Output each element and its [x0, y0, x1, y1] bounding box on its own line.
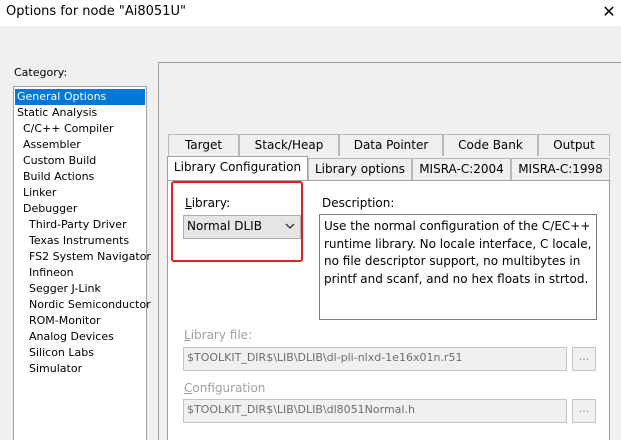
tab-code-bank[interactable]: Code Bank [443, 134, 538, 156]
library-file-browse-button[interactable]: ... [572, 347, 596, 371]
category-item-analog-devices[interactable]: Analog Devices [15, 329, 145, 345]
close-icon[interactable]: ✕ [598, 1, 620, 23]
category-item-infineon[interactable]: Infineon [15, 265, 145, 281]
window-title: Options for node "Ai8051U" [6, 4, 186, 19]
category-item-build-actions[interactable]: Build Actions [15, 169, 145, 185]
category-list[interactable]: General Options Static Analysis C/C++ Co… [13, 86, 151, 440]
title-bar: Options for node "Ai8051U" ✕ [0, 0, 621, 26]
tab-misra-c-2004[interactable]: MISRA-C:2004 [412, 158, 511, 180]
category-item-general-options[interactable]: General Options [15, 89, 145, 105]
category-item-nordic-semiconductor[interactable]: Nordic Semiconductor [15, 297, 151, 313]
category-item-segger-jlink[interactable]: Segger J-Link [15, 281, 145, 297]
description-box: Use the normal configuration of the C/EC… [319, 214, 597, 320]
category-label: Category: [14, 66, 68, 79]
category-item-debugger[interactable]: Debugger [15, 201, 145, 217]
highlight-box [171, 181, 303, 262]
tab-misra-c-1998[interactable]: MISRA-C:1998 [511, 158, 610, 180]
description-text: Use the normal configuration of the C/EC… [324, 219, 592, 286]
category-item-silicon-labs[interactable]: Silicon Labs [15, 345, 145, 361]
category-item-texas-instruments[interactable]: Texas Instruments [15, 233, 145, 249]
tab-stack-heap[interactable]: Stack/Heap [239, 134, 339, 156]
configuration-label: Configuration [184, 381, 266, 395]
category-item-third-party-driver[interactable]: Third-Party Driver [15, 217, 145, 233]
library-file-label: Library file: [184, 328, 253, 342]
category-item-fs2-system-navigator[interactable]: FS2 System Navigator [15, 249, 151, 265]
description-label: Description: [322, 196, 395, 210]
category-item-assembler[interactable]: Assembler [15, 137, 145, 153]
category-item-linker[interactable]: Linker [15, 185, 145, 201]
tab-library-configuration[interactable]: Library Configuration [167, 156, 308, 180]
tab-output[interactable]: Output [538, 134, 610, 156]
category-item-rom-monitor[interactable]: ROM-Monitor [15, 313, 145, 329]
category-item-static-analysis[interactable]: Static Analysis [15, 105, 145, 121]
configuration-browse-button[interactable]: ... [572, 399, 596, 423]
tab-library-options[interactable]: Library options [308, 158, 412, 180]
library-file-value: $TOOLKIT_DIR$\LIB\DLIB\dl-pli-nlxd-1e16x… [187, 351, 463, 364]
tab-target[interactable]: Target [168, 134, 239, 156]
configuration-field[interactable]: $TOOLKIT_DIR$\LIB\DLIB\dl8051Normal.h [183, 399, 567, 423]
tab-data-pointer[interactable]: Data Pointer [339, 134, 443, 156]
library-file-field[interactable]: $TOOLKIT_DIR$\LIB\DLIB\dl-pli-nlxd-1e16x… [183, 347, 567, 371]
configuration-value: $TOOLKIT_DIR$\LIB\DLIB\dl8051Normal.h [187, 403, 415, 416]
category-item-cpp-compiler[interactable]: C/C++ Compiler [15, 121, 145, 137]
category-item-custom-build[interactable]: Custom Build [15, 153, 145, 169]
category-item-simulator[interactable]: Simulator [15, 361, 145, 377]
